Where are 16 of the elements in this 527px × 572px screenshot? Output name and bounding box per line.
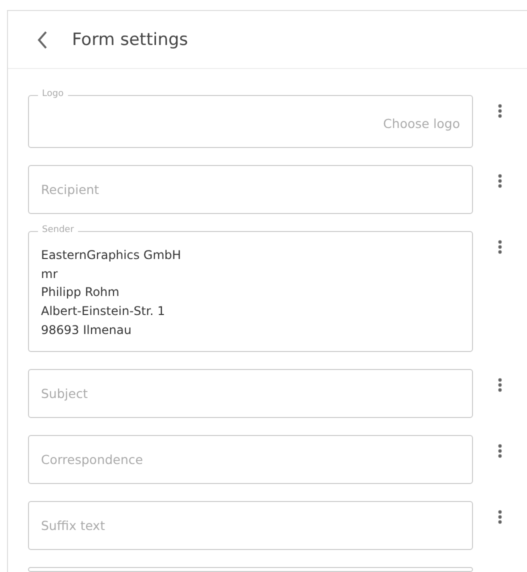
input-field[interactable]: Correspondence [28,435,473,484]
field-label: Logo [38,88,68,100]
kebab-menu-icon [498,240,502,254]
input-field[interactable]: Subject [28,369,473,418]
kebab-menu-icon [498,378,502,392]
kebab-menu-icon [498,174,502,188]
kebab-menu-icon [498,510,502,524]
kebab-menu-icon [498,444,502,458]
input-field[interactable]: Suffix text [28,501,473,550]
chevron-left-icon [36,30,48,48]
input-field[interactable] [28,567,473,572]
input-field[interactable]: EasternGraphics GmbH mr Philipp Rohm Albert-Einstein-Str. 1 98693 Ilmenau [28,231,473,352]
kebab-menu-icon [498,104,502,118]
page-title: Form settings [72,30,188,50]
choose-logo-text: Choose logo [383,114,460,130]
input-field[interactable]: Recipient [28,165,473,214]
